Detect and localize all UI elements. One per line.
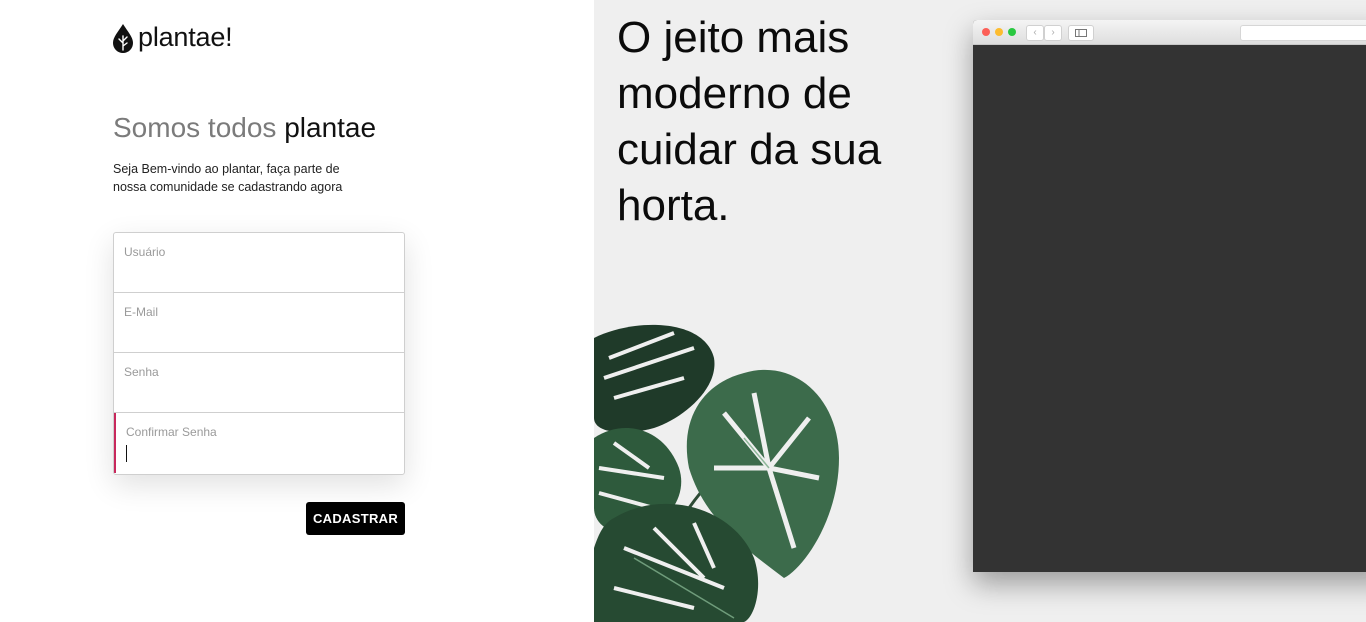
- brand-name: plantae!: [138, 22, 233, 52]
- subtitle-line-1: Seja Bem-vindo ao plantar, faça parte de: [113, 162, 340, 176]
- leaf-drop-icon: [113, 23, 133, 53]
- confirm-password-field[interactable]: Confirmar Senha: [114, 413, 404, 473]
- sidebar-toggle-icon: [1068, 25, 1094, 41]
- username-field[interactable]: Usuário: [114, 233, 404, 293]
- signup-panel: plantae! Somos todos plantae Seja Bem-vi…: [0, 0, 594, 622]
- title-strong: plantae: [284, 112, 377, 143]
- page-title: Somos todos plantae: [113, 112, 376, 144]
- title-muted: Somos todos: [113, 112, 277, 143]
- close-dot-icon: [982, 28, 990, 36]
- hero-panel: O jeito mais moderno de cuidar da sua ho…: [594, 0, 1366, 622]
- text-caret: [126, 445, 127, 462]
- browser-toolbar: ‹ ›: [973, 20, 1366, 45]
- back-arrow-icon: ‹: [1026, 25, 1044, 41]
- hero-tagline: O jeito mais moderno de cuidar da sua ho…: [617, 13, 882, 230]
- confirm-password-label: Confirmar Senha: [126, 425, 217, 439]
- email-field[interactable]: E-Mail: [114, 293, 404, 353]
- subtitle-line-2: nossa comunidade se cadastrando agora: [113, 180, 343, 194]
- maximize-dot-icon: [1008, 28, 1016, 36]
- email-label: E-Mail: [124, 305, 159, 319]
- password-field[interactable]: Senha: [114, 353, 404, 413]
- forward-arrow-icon: ›: [1044, 25, 1062, 41]
- username-label: Usuário: [124, 245, 166, 259]
- monstera-plant-image: [594, 324, 839, 622]
- page-subtitle: Seja Bem-vindo ao plantar, faça parte de…: [113, 160, 373, 196]
- address-bar: [1240, 25, 1366, 41]
- password-label: Senha: [124, 365, 159, 379]
- signup-form: Usuário E-Mail Senha Confirmar Senha: [113, 232, 405, 475]
- brand-logo[interactable]: plantae!: [112, 22, 233, 53]
- register-button[interactable]: CADASTRAR: [306, 502, 405, 535]
- browser-mockup: ‹ ›: [973, 20, 1366, 572]
- minimize-dot-icon: [995, 28, 1003, 36]
